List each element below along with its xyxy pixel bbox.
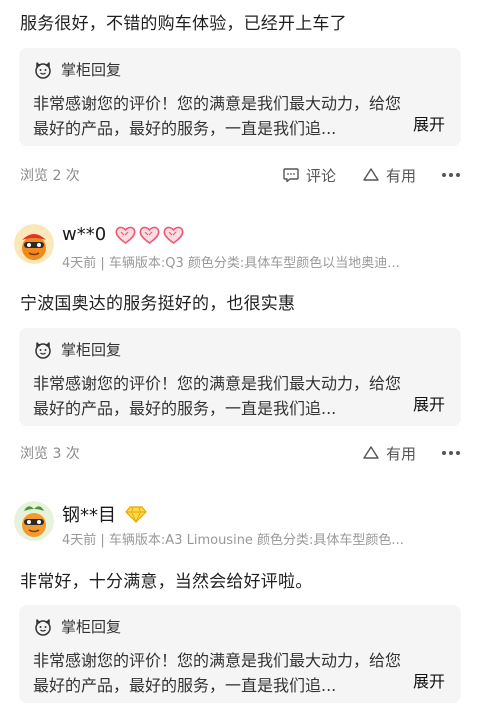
username: w**0 (62, 224, 107, 245)
username: 钢**目 (62, 505, 116, 526)
reply-text-line: 最好的产品，最好的服务，一直是我们追... (33, 399, 337, 418)
reply-text-line: 非常感谢您的评价！您的满意是我们最大动力，给您 (33, 651, 402, 670)
useful-triangle-icon (363, 168, 379, 181)
expand-reply-button[interactable]: 展开 (406, 391, 445, 415)
review-actions: 浏览 2 次 评论 有用 (20, 163, 460, 187)
comment-label: 评论 (305, 166, 336, 185)
reviewer-header: 钢**目 4天前 | 车辆版本:A3 Limousine 颜色分类:具体车型颜色… (14, 499, 464, 551)
member-heart-badges (114, 225, 185, 245)
shop-reply-box[interactable]: 掌柜回复 非常感谢您的评价！您的满意是我们最大动力，给您 最好的产品，最好的服务… (19, 328, 461, 426)
heart-badge-icon (139, 226, 160, 244)
reply-text-line: 非常感谢您的评价！您的满意是我们最大动力，给您 (33, 94, 402, 113)
review-text: 非常好，十分满意，当然会给好评啦。 (20, 572, 313, 592)
reply-text-line: 最好的产品，最好的服务，一直是我们追... (33, 676, 337, 695)
reply-title: 掌柜回复 (61, 618, 122, 636)
diamond-badge-icon (125, 506, 147, 524)
comment-icon (283, 168, 299, 183)
shop-reply-box[interactable]: 掌柜回复 非常感谢您的评价！您的满意是我们最大动力，给您 最好的产品，最好的服务… (19, 48, 461, 146)
review-text: 宁波国奥达的服务挺好的，也很实惠 (20, 294, 296, 314)
reply-title: 掌柜回复 (61, 61, 122, 79)
useful-label: 有用 (385, 166, 416, 185)
useful-button[interactable]: 有用 (362, 165, 416, 186)
review-meta-info: 4天前 | 车辆版本:A3 Limousine 颜色分类:具体车型颜色... (62, 533, 404, 548)
useful-triangle-icon (363, 446, 379, 459)
avatar[interactable] (14, 224, 54, 264)
useful-button[interactable]: 有用 (362, 443, 416, 464)
review-actions: 浏览 3 次 有用 (20, 441, 460, 465)
shopkeeper-reply-icon (35, 341, 51, 359)
useful-label: 有用 (385, 444, 416, 463)
more-options-icon[interactable] (442, 451, 460, 455)
comment-button[interactable]: 评论 (282, 165, 336, 186)
shopkeeper-reply-icon (35, 61, 51, 79)
reply-text-line: 非常感谢您的评价！您的满意是我们最大动力，给您 (33, 374, 402, 393)
expand-reply-button[interactable]: 展开 (406, 668, 445, 692)
member-diamond-badge (124, 504, 148, 524)
more-options-icon[interactable] (442, 173, 460, 177)
reply-text-line: 最好的产品，最好的服务，一直是我们追... (33, 119, 337, 138)
shopkeeper-reply-icon (35, 618, 51, 636)
expand-reply-button[interactable]: 展开 (406, 111, 445, 135)
view-count: 浏览 2 次 (20, 168, 80, 184)
reviewer-header: w**0 4天前 | 车辆版本:Q3 颜色分类:具体车型颜色以当地奥迪... (14, 222, 464, 274)
review-meta-info: 4天前 | 车辆版本:Q3 颜色分类:具体车型颜色以当地奥迪... (62, 256, 400, 271)
reply-title: 掌柜回复 (61, 341, 122, 359)
shop-reply-box[interactable]: 掌柜回复 非常感谢您的评价！您的满意是我们最大动力，给您 最好的产品，最好的服务… (19, 605, 461, 703)
heart-badge-icon (115, 226, 136, 244)
avatar[interactable] (14, 501, 54, 541)
view-count: 浏览 3 次 (20, 446, 80, 462)
heart-badge-icon (163, 226, 184, 244)
review-text: 服务很好，不错的购车体验，已经开上车了 (20, 14, 347, 34)
